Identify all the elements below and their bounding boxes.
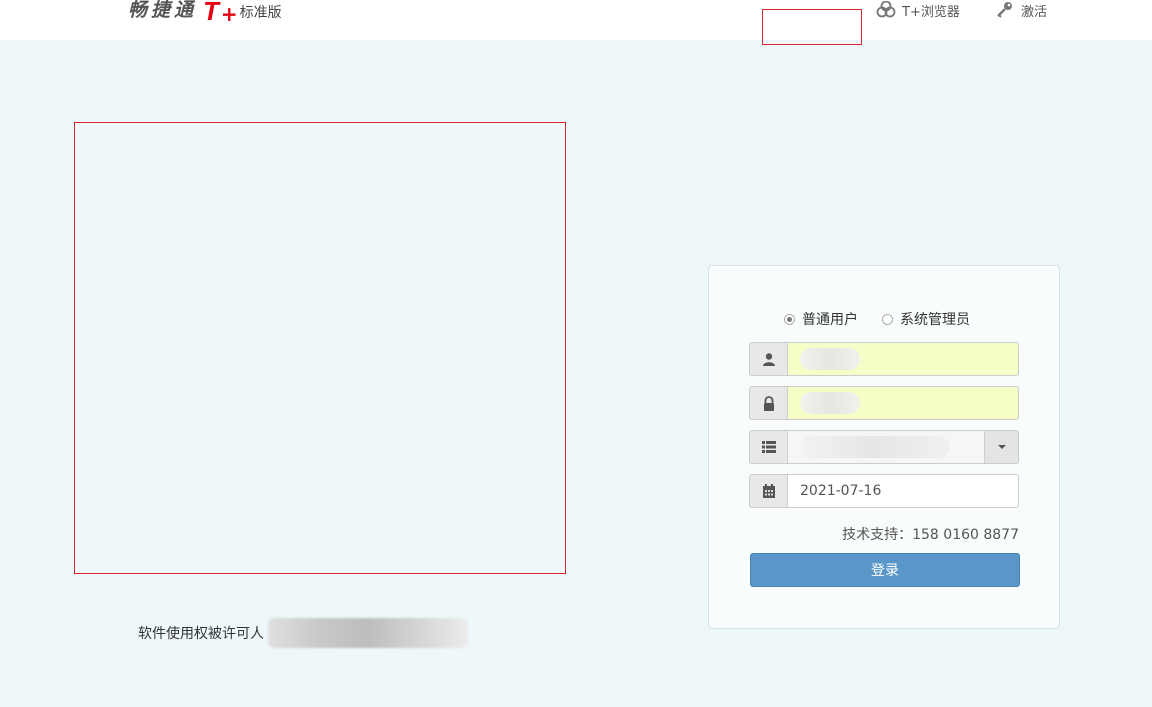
date-addon [749,474,787,508]
caret-down-icon [997,445,1006,449]
logo-product: T [203,0,219,26]
account-dropdown-toggle[interactable] [985,430,1019,464]
logo-text: 畅捷通 [128,0,198,21]
activate-link[interactable]: 激活 [995,0,1047,20]
browser-link-label: T+浏览器 [902,4,960,20]
radio-normal-user[interactable] [784,313,795,325]
key-icon [997,2,1012,18]
role-normal-user[interactable]: 普通用户 [784,309,858,329]
edition-label: 标准版 [239,4,282,20]
browser-link[interactable]: T+浏览器 [876,0,960,20]
role-selector: 普通用户 系统管理员 [784,309,994,329]
main-banner-placeholder [74,122,566,574]
radio-admin[interactable] [882,313,893,325]
account-field [749,430,1019,464]
cloud-icon [876,1,896,18]
role-admin[interactable]: 系统管理员 [882,309,970,329]
licensee-redacted [268,618,468,648]
username-redacted [800,348,860,370]
calendar-icon [762,484,775,498]
account-select[interactable] [787,430,985,464]
account-redacted [800,436,950,458]
date-field: 2021-07-16 [749,474,1019,508]
password-redacted [800,392,860,414]
support-contact: 技术支持：158 0160 8877 [842,527,1019,543]
username-input[interactable] [787,342,1019,376]
logo-plus: + [220,2,238,26]
list-icon [761,441,776,453]
user-icon [762,353,775,366]
top-bar: 畅捷通 T + 标准版 T+浏览器 激活 [0,0,1152,40]
role-admin-label: 系统管理员 [900,312,970,328]
username-addon [749,342,787,376]
password-field [749,386,1019,420]
license-info: 软件使用权被许可人 [138,618,468,648]
login-panel: 普通用户 系统管理员 2021-07-16 技术支持：158 0160 8877… [708,265,1060,629]
role-normal-user-label: 普通用户 [802,312,858,328]
username-field [749,342,1019,376]
logo: 畅捷通 T + 标准版 [128,0,282,26]
top-banner-placeholder [762,9,862,45]
account-addon [749,430,787,464]
login-button[interactable]: 登录 [750,553,1020,587]
password-input[interactable] [787,386,1019,420]
password-addon [749,386,787,420]
activate-link-label: 激活 [1021,4,1048,20]
lock-icon [763,395,774,411]
license-label: 软件使用权被许可人 [138,626,264,642]
date-input[interactable]: 2021-07-16 [787,474,1019,508]
